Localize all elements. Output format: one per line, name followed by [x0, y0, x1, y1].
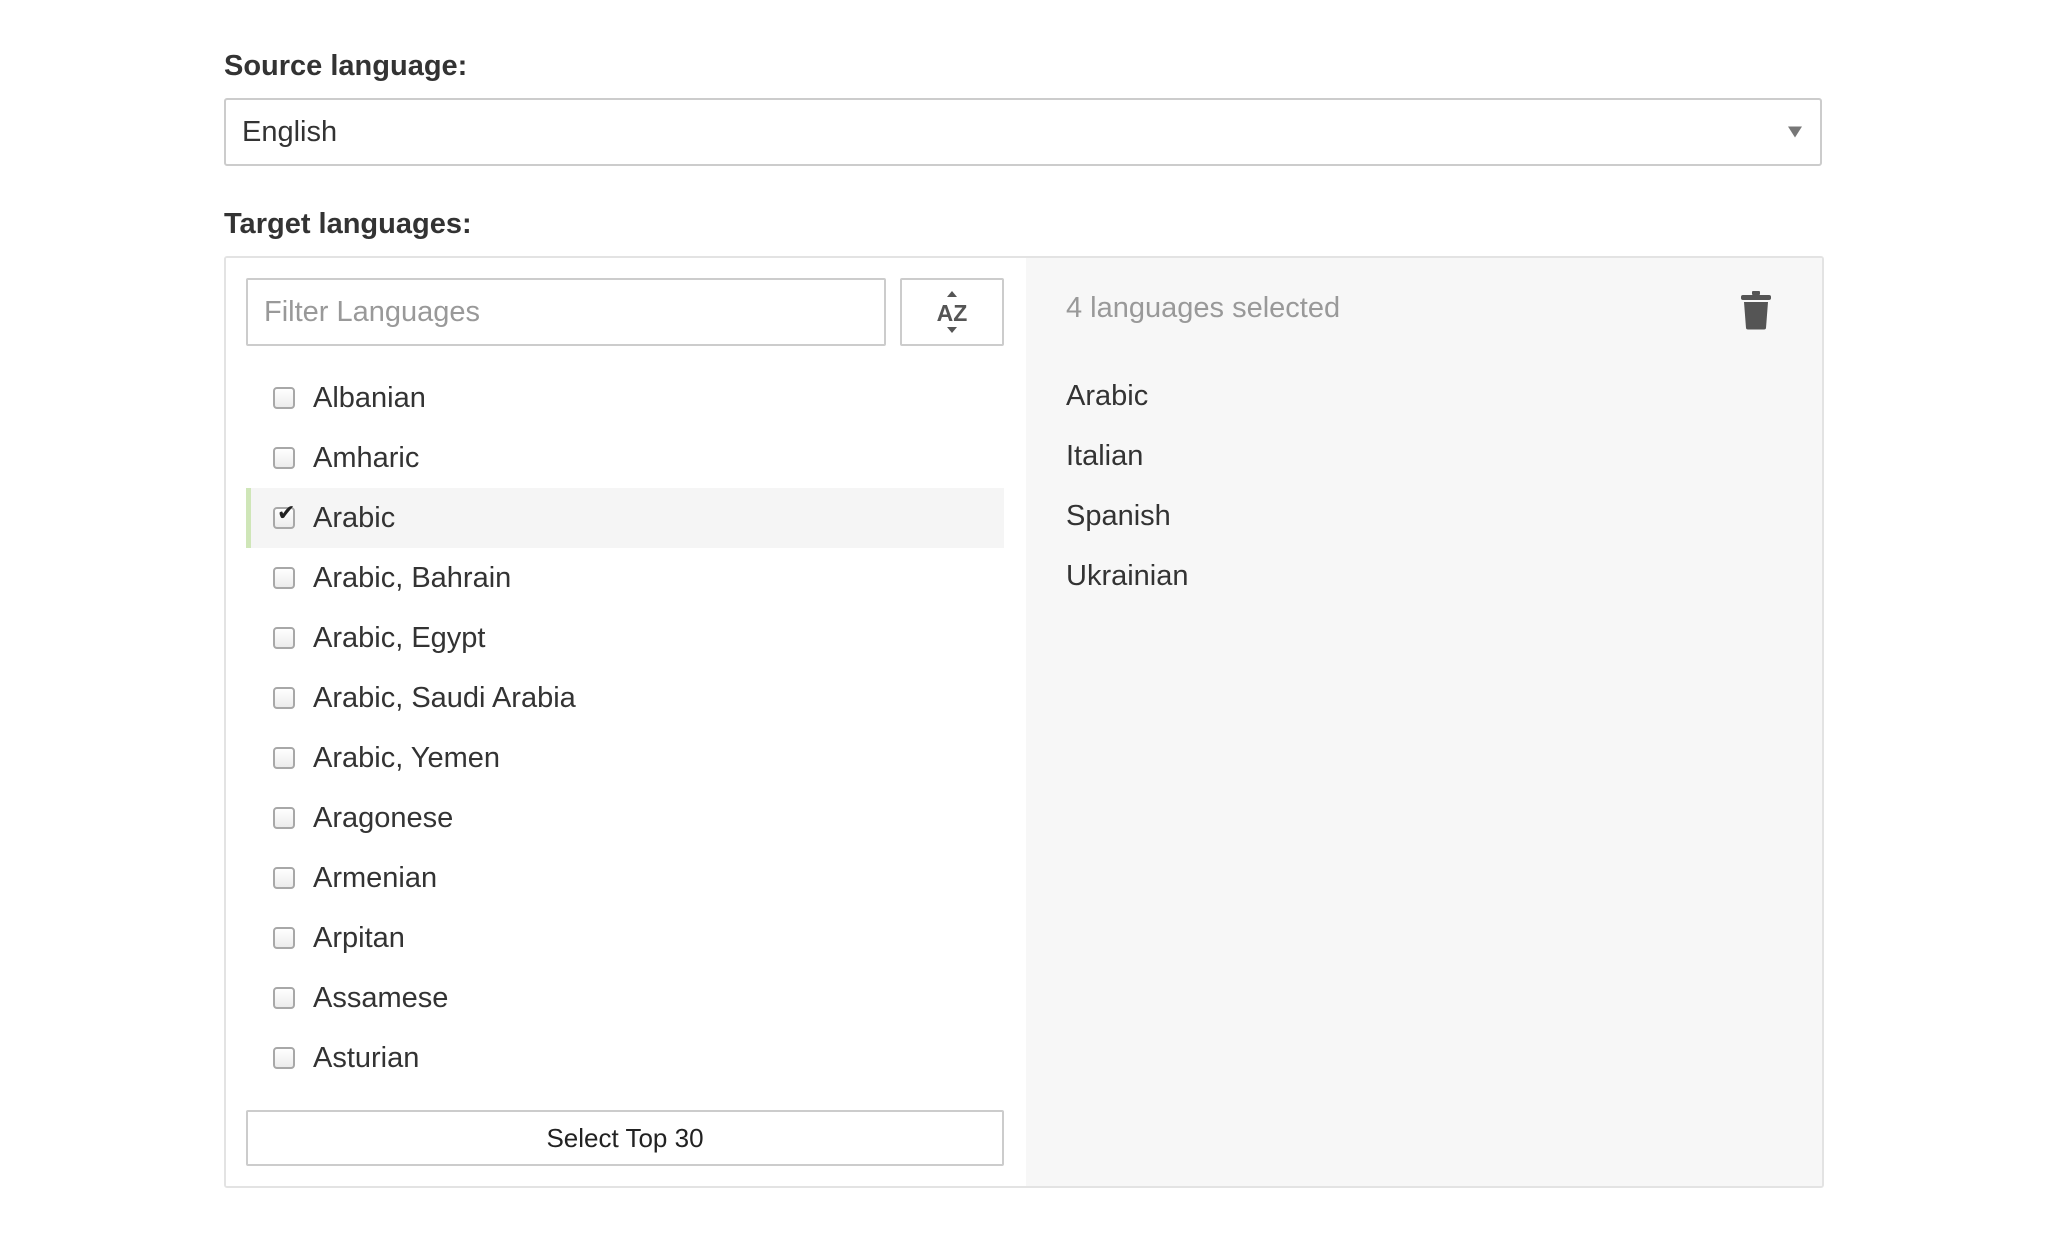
language-option[interactable]: Assamese	[246, 968, 1004, 1028]
checkmark-icon: ✔	[277, 501, 296, 526]
language-option[interactable]: Albanian	[246, 368, 1004, 428]
selected-languages-pane: 4 languages selected Arabic Italian Spanis…	[1026, 258, 1822, 1186]
available-languages-pane: AZ Albanian Amharic ✔ Arabic Arabic, Bahrain…	[226, 258, 1026, 1186]
checkbox-unchecked[interactable]	[273, 807, 295, 829]
language-option-label: Amharic	[313, 441, 420, 474]
target-languages-panel: AZ Albanian Amharic ✔ Arabic Arabic, Bahrain…	[224, 256, 1824, 1188]
language-option-label: Arabic	[313, 501, 396, 534]
selected-language-item: Spanish	[1066, 499, 1171, 532]
language-option-label: Arpitan	[313, 921, 405, 954]
language-option-label: Arabic, Egypt	[313, 621, 486, 654]
source-language-select[interactable]: English	[224, 98, 1822, 166]
checkbox-unchecked[interactable]	[273, 927, 295, 949]
language-option[interactable]: Amharic	[246, 428, 1004, 488]
sort-az-button[interactable]: AZ	[900, 278, 1004, 346]
az-sort-icon: AZ	[937, 291, 968, 333]
language-option[interactable]: Arabic, Egypt	[246, 608, 1004, 668]
svg-text:AZ: AZ	[937, 300, 968, 326]
checkbox-unchecked[interactable]	[273, 387, 295, 409]
language-option-label: Arabic, Bahrain	[313, 561, 512, 594]
language-option[interactable]: Armenian	[246, 848, 1004, 908]
language-option[interactable]: Arabic, Saudi Arabia	[246, 668, 1004, 728]
clear-selection-button[interactable]	[1736, 288, 1776, 332]
selected-language-item: Arabic	[1066, 379, 1149, 412]
select-top-30-button[interactable]: Select Top 30	[246, 1110, 1004, 1166]
language-option-label: Asturian	[313, 1041, 420, 1074]
selected-language-item: Italian	[1066, 439, 1144, 472]
language-option[interactable]: Arpitan	[246, 908, 1004, 968]
language-option-label: Arabic, Saudi Arabia	[313, 681, 576, 714]
language-option[interactable]: Asturian	[246, 1028, 1004, 1088]
checkbox-checked[interactable]: ✔	[273, 503, 295, 529]
trash-icon	[1741, 291, 1771, 330]
language-option-label: Assamese	[313, 981, 449, 1014]
checkbox-unchecked[interactable]	[273, 1047, 295, 1069]
language-option[interactable]: ✔ Arabic	[246, 488, 1004, 548]
source-language-label: Source language:	[224, 50, 468, 82]
checkbox-unchecked[interactable]	[273, 867, 295, 889]
filter-languages-input[interactable]	[246, 278, 886, 346]
checkbox-unchecked[interactable]	[273, 687, 295, 709]
language-option-label: Aragonese	[313, 801, 454, 834]
selected-language-list: Arabic Italian Spanish Ukrainian	[1066, 366, 1189, 606]
language-option[interactable]: Aragonese	[246, 788, 1004, 848]
language-option-label: Albanian	[313, 381, 426, 414]
language-option-label: Arabic, Yemen	[313, 741, 501, 774]
selected-count-text: 4 languages selected	[1066, 292, 1341, 324]
language-option[interactable]: Arabic, Yemen	[246, 728, 1004, 788]
dropdown-arrow-icon	[1788, 126, 1802, 138]
checkbox-unchecked[interactable]	[273, 627, 295, 649]
checkbox-unchecked[interactable]	[273, 987, 295, 1009]
language-option-label: Armenian	[313, 861, 438, 894]
language-list: Albanian Amharic ✔ Arabic Arabic, Bahrain Ara…	[246, 368, 1004, 1088]
checkbox-unchecked[interactable]	[273, 747, 295, 769]
language-option[interactable]: Arabic, Bahrain	[246, 548, 1004, 608]
checkbox-unchecked[interactable]	[273, 567, 295, 589]
target-languages-label: Target languages:	[224, 208, 472, 240]
selected-language-item: Ukrainian	[1066, 559, 1189, 592]
source-language-value: English	[242, 115, 338, 148]
checkbox-unchecked[interactable]	[273, 447, 295, 469]
